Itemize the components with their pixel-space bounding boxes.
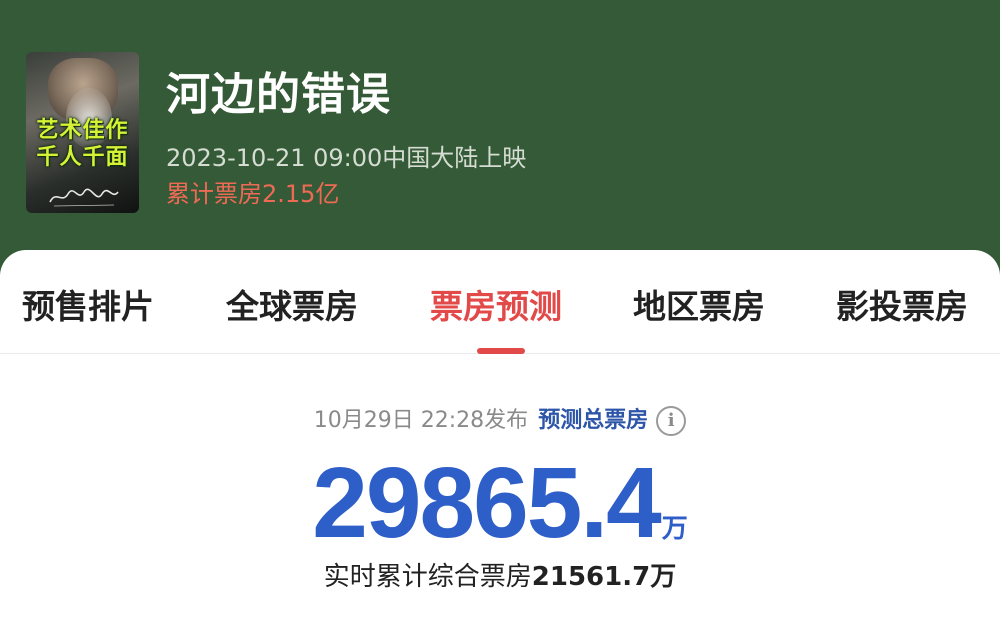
poster-text-line-1: 艺术佳作 [36,118,129,143]
realtime-value: 21561.7万 [531,562,677,592]
publish-time: 10月29日 22:28发布 [313,408,529,433]
forecast-total: 29865.4万 [0,446,1000,561]
content-card: 预售排片 全球票房 票房预测 地区票房 影投票房 10月29日 22:28发布预… [0,250,1000,634]
realtime-label: 实时累计综合票房 [323,562,532,592]
tab-box-office-forecast[interactable]: 票房预测 [430,280,562,328]
poster-logo-scribble [49,188,119,207]
tab-bar: 预售排片 全球票房 票房预测 地区票房 影投票房 [0,250,1000,354]
cumulative-box-office: 累计票房2.15亿 [166,180,340,208]
forecast-value: 29865.4 [312,447,661,559]
tab-global-box-office[interactable]: 全球票房 [226,280,358,328]
tab-regional-box-office[interactable]: 地区票房 [633,280,765,328]
movie-title: 河边的错误 [166,69,391,120]
forecast-total-label: 预测总票房 [538,408,649,433]
info-icon[interactable]: i [656,406,687,436]
realtime-box-office: 实时累计综合票房21561.7万 [0,556,1000,593]
forecast-info-line: 10月29日 22:28发布 预测总票房 i [0,402,1000,438]
movie-header: 艺术佳作 千人千面 河边的错误 2023-10-21 09:00中国大陆上映 累… [0,0,1000,260]
release-info: 2023-10-21 09:00中国大陆上映 [166,144,527,172]
forecast-unit: 万 [661,514,688,544]
movie-poster[interactable]: 艺术佳作 千人千面 [26,52,139,213]
tab-presale-schedule[interactable]: 预售排片 [22,280,154,328]
poster-text-line-2: 千人千面 [36,145,129,170]
tab-cinema-investment-box-office[interactable]: 影投票房 [836,280,968,328]
active-tab-indicator [477,348,525,354]
